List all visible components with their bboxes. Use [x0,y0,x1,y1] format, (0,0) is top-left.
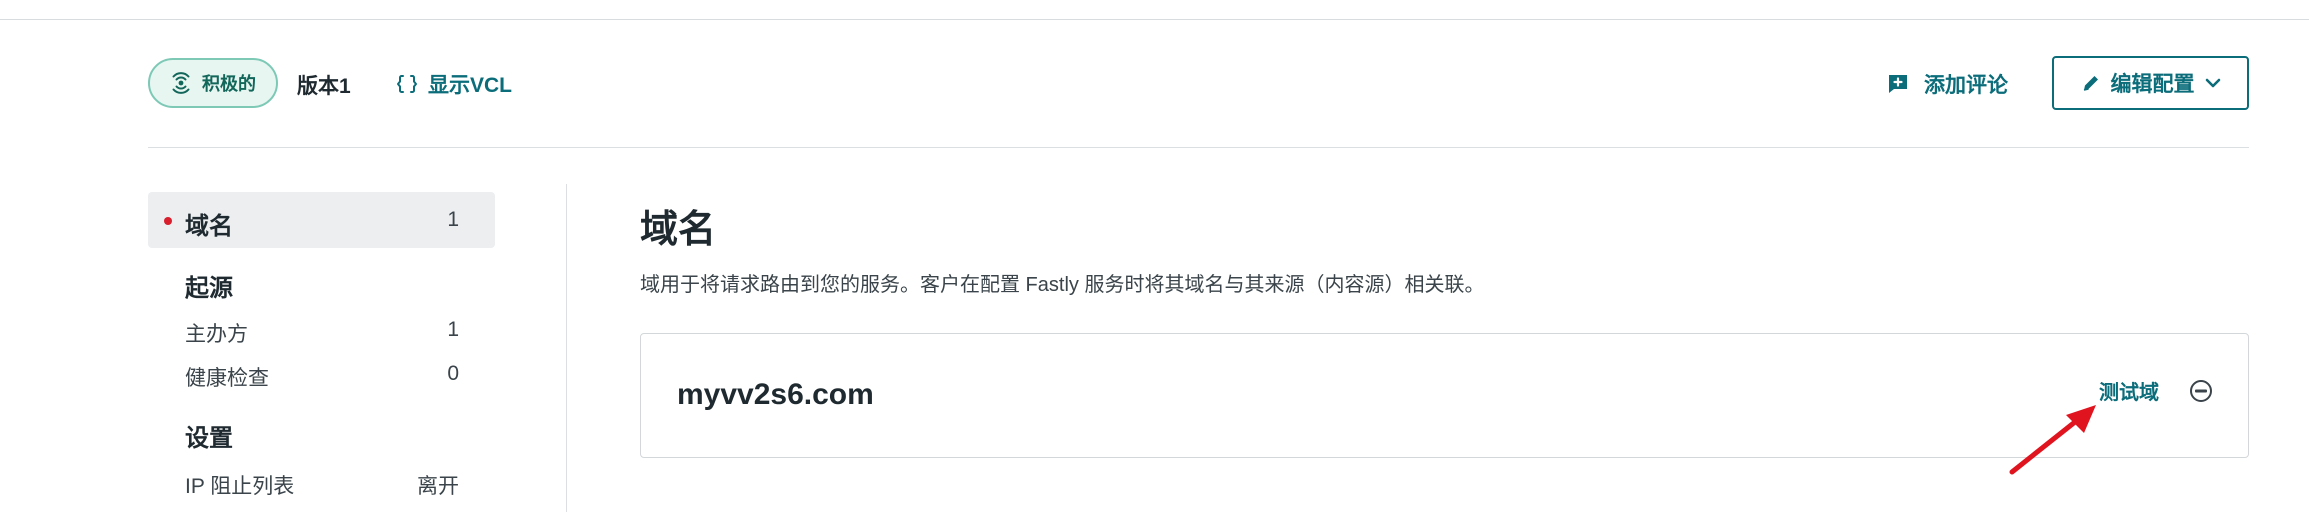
domain-name: myvv2s6.com [677,378,874,411]
sidebar-item-domains[interactable]: 域名 1 [148,192,495,248]
sidebar-heading-settings: 设置 [185,425,233,452]
status-badge: 积极的 [148,58,278,108]
edit-config-button[interactable]: 编辑配置 [2052,56,2249,110]
page-title: 域名 [640,209,717,251]
top-border [0,0,2309,20]
sidebar-item-label: 健康检查 [185,367,269,390]
annotation-arrow [2000,396,2110,478]
page-description: 域用于将请求路由到您的服务。客户在配置 Fastly 服务时将其域名与其来源（内… [640,274,1485,296]
sidebar-item-label: 主办方 [185,323,248,346]
sidebar-item-label: IP 阻止列表 [185,475,295,498]
signal-icon [170,72,192,94]
edit-config-label: 编辑配置 [2110,73,2195,96]
show-vcl-label: 显示VCL [428,74,512,97]
active-indicator [164,217,172,225]
remove-domain-button[interactable] [2189,379,2213,403]
minus-circle-icon [2189,379,2213,403]
sidebar-divider [566,184,567,512]
pencil-icon [2081,73,2101,93]
add-comment-label: 添加评论 [1924,74,2008,97]
sidebar-item-hosts[interactable]: 主办方 1 [185,318,459,348]
show-vcl-link[interactable]: 显示VCL [396,69,512,99]
version-label: 版本1 [297,75,351,98]
comment-plus-icon [1886,72,1910,96]
sidebar-item-ip-block-list[interactable]: IP 阻止列表 离开 [185,470,459,500]
sidebar-heading-origins: 起源 [185,275,233,302]
braces-icon [396,74,418,94]
sidebar-item-health-checks[interactable]: 健康检查 0 [185,362,459,392]
status-label: 积极的 [202,74,256,94]
chevron-down-icon [2205,77,2221,89]
sidebar-item-value: 离开 [417,475,459,498]
sidebar-item-count: 0 [447,362,459,385]
sidebar-item-count: 1 [447,208,459,231]
sidebar-item-count: 1 [447,318,459,341]
add-comment-button[interactable]: 添加评论 [1886,69,2008,99]
sidebar-item-label: 域名 [185,213,233,240]
header-divider [148,147,2249,148]
